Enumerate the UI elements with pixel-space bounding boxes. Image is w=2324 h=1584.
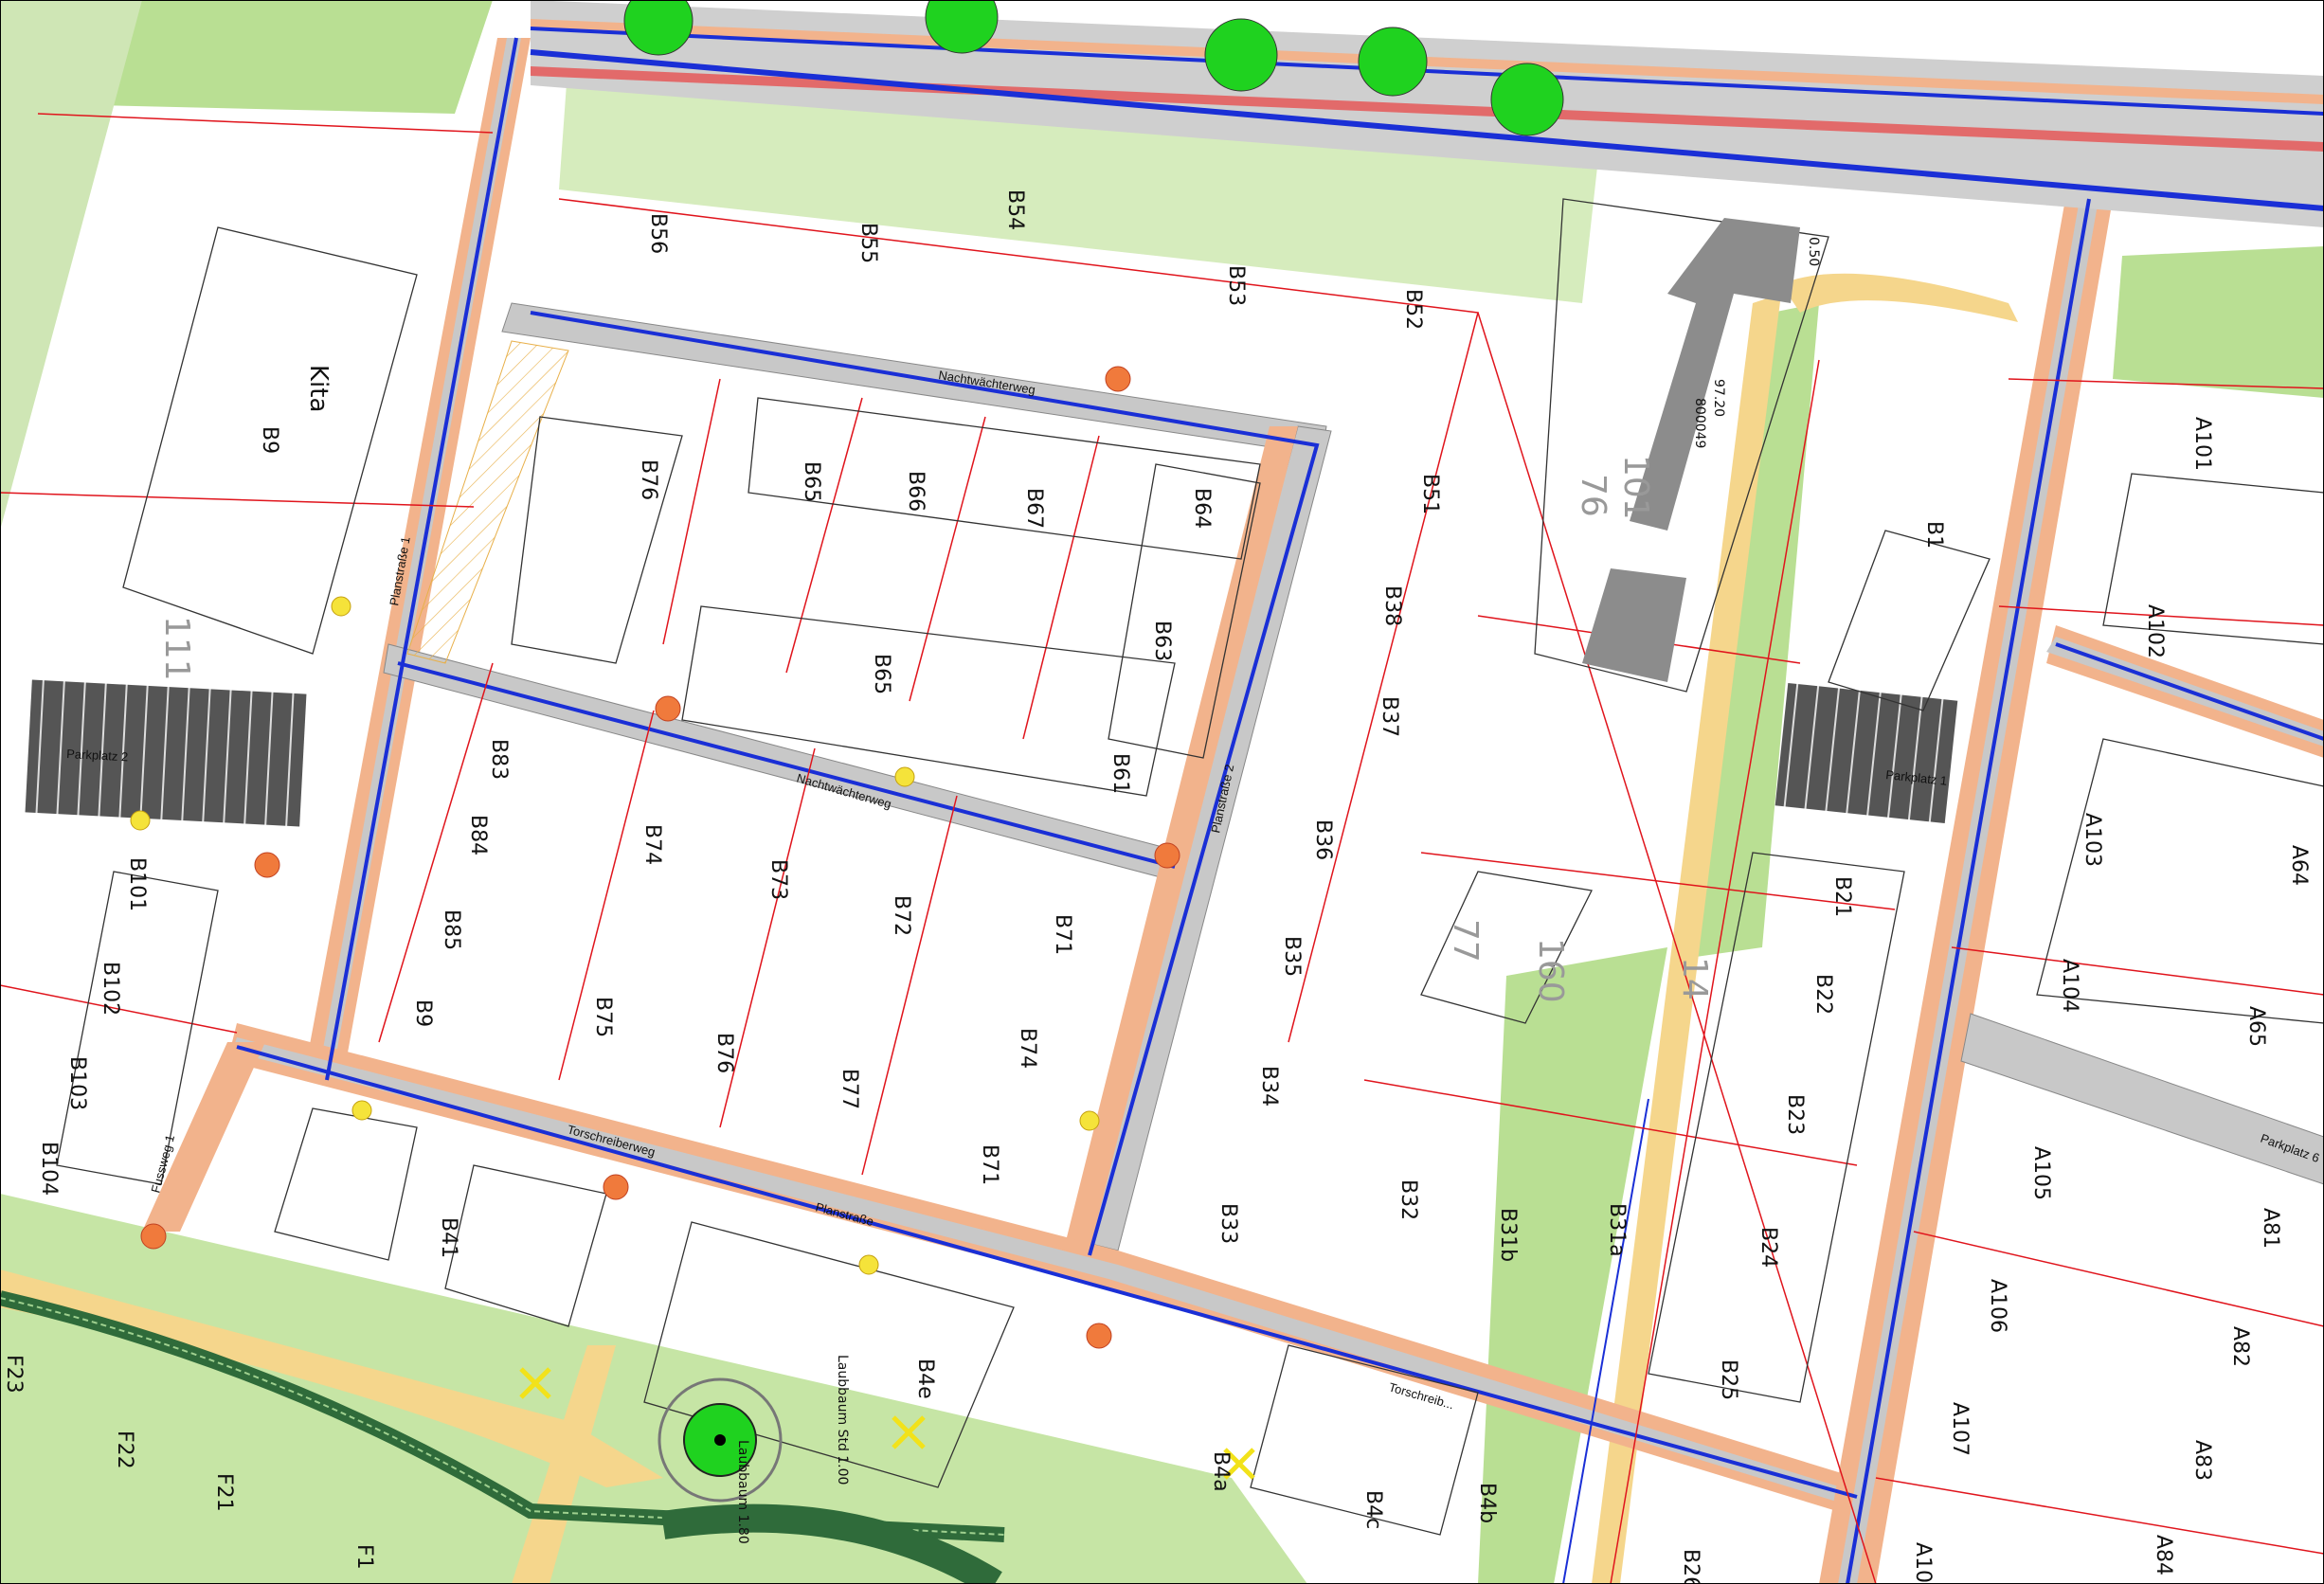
parcel-A102: A102 bbox=[2143, 604, 2167, 658]
tree-note-2: Laubbaum 1.80 bbox=[735, 1440, 750, 1544]
plot-number-111: 111 bbox=[157, 616, 196, 681]
parcel-A84: A84 bbox=[2152, 1535, 2175, 1575]
parcel-B102: B102 bbox=[99, 962, 122, 1016]
parcel-A108: A108 bbox=[1911, 1542, 1935, 1584]
parcel-B22: B22 bbox=[1811, 974, 1835, 1015]
parcel-B85: B9 bbox=[411, 999, 435, 1027]
parcel-B1: B1 bbox=[1922, 521, 1946, 549]
parcel-B82: B83 bbox=[487, 739, 511, 780]
parcel-B51: B51 bbox=[1418, 474, 1442, 514]
parcel-B4c: B4c bbox=[1361, 1490, 1385, 1529]
tree-note-1: Laubbaum Std 1.00 bbox=[835, 1355, 850, 1485]
parcel-B65: B65 bbox=[800, 461, 823, 502]
parcel-B63: B64 bbox=[1190, 488, 1214, 529]
parcel-F23: F23 bbox=[2, 1355, 26, 1394]
parcel-A64: A64 bbox=[2287, 845, 2311, 886]
parcel-B72: B74 bbox=[1016, 1028, 1039, 1069]
kita-label: Kita bbox=[304, 365, 333, 412]
parcel-B71: B71 bbox=[978, 1144, 1001, 1185]
parcel-B41: B41 bbox=[437, 1217, 460, 1258]
parcel-F21: F21 bbox=[212, 1473, 236, 1512]
parcel-B77: B75 bbox=[591, 997, 615, 1037]
parcel-A101: A101 bbox=[2190, 417, 2214, 471]
parcel-B75: B73 bbox=[766, 859, 790, 900]
plot-number-76: 76 bbox=[1574, 474, 1612, 517]
parcel-B83: B84 bbox=[466, 815, 490, 855]
parcel-B61: B61 bbox=[1108, 753, 1132, 794]
parcel-B73: B71 bbox=[1051, 914, 1074, 955]
parcel-A83: A83 bbox=[2190, 1440, 2214, 1481]
plot-number-77: 77 bbox=[1446, 919, 1485, 963]
parcel-B32: B32 bbox=[1396, 1179, 1420, 1220]
parcel-B66: B66 bbox=[904, 471, 928, 512]
site-plan-map: B56 B55 B54 B53 B52 B51 B65 B66 B67 B64 … bbox=[0, 0, 2324, 1584]
parcel-B4a: B4a bbox=[1209, 1451, 1233, 1492]
parcel-B52: B52 bbox=[1401, 289, 1425, 330]
parcel-A81: A81 bbox=[2259, 1208, 2282, 1249]
parcel-B81: B76 bbox=[637, 459, 660, 500]
parcel-A106: A106 bbox=[1986, 1279, 2009, 1333]
plot-number-101: 101 bbox=[1616, 455, 1655, 520]
parcel-B36: B36 bbox=[1311, 819, 1335, 860]
parcel-A105: A105 bbox=[2029, 1146, 2053, 1200]
parcel-B76: B74 bbox=[640, 824, 664, 865]
parcel-B9: B9 bbox=[258, 426, 281, 454]
parcel-B23: B23 bbox=[1783, 1094, 1807, 1135]
parcel-B31a: B31a bbox=[1605, 1203, 1629, 1257]
parcel-B78: B76 bbox=[712, 1033, 736, 1073]
parcel-B53: B53 bbox=[1224, 265, 1248, 306]
parcel-B56: B56 bbox=[646, 213, 670, 254]
parcel-A107: A107 bbox=[1948, 1402, 1972, 1456]
parcel-B74: B72 bbox=[890, 895, 913, 936]
parcel-B33: B33 bbox=[1216, 1203, 1240, 1244]
parcel-A103: A103 bbox=[2081, 813, 2104, 867]
plot-number-14: 14 bbox=[1675, 957, 1714, 1000]
parcel-B26: B26 bbox=[1679, 1549, 1702, 1584]
parcel-B31b: B31b bbox=[1496, 1208, 1520, 1262]
parcel-A82: A82 bbox=[2228, 1326, 2252, 1367]
parcel-B24: B24 bbox=[1757, 1227, 1780, 1268]
parcel-B54: B54 bbox=[1003, 189, 1027, 230]
parcel-F22: F22 bbox=[113, 1431, 136, 1469]
value-9720: 97.20 bbox=[1711, 379, 1726, 417]
parcel-B64: B65 bbox=[870, 654, 893, 694]
parcel-B84: B85 bbox=[440, 909, 463, 950]
parcel-B25: B25 bbox=[1717, 1359, 1740, 1400]
parcel-B103: B103 bbox=[65, 1056, 89, 1110]
plot-number-160: 160 bbox=[1531, 938, 1570, 1003]
parcel-B21: B21 bbox=[1830, 876, 1854, 917]
parcel-B38: B38 bbox=[1380, 585, 1404, 626]
value-050: 0.50 bbox=[1806, 237, 1821, 266]
parcel-B4e: B4e bbox=[913, 1359, 937, 1399]
parcel-B37: B37 bbox=[1378, 696, 1401, 737]
parcel-B35: B35 bbox=[1280, 936, 1304, 977]
code-800049: 800049 bbox=[1692, 398, 1707, 448]
parcel-B62: B63 bbox=[1150, 621, 1174, 661]
parcel-B67: B67 bbox=[1022, 488, 1046, 529]
parcel-B34: B34 bbox=[1257, 1066, 1281, 1107]
parcel-A65: A65 bbox=[2244, 1006, 2268, 1047]
parcel-B55: B55 bbox=[856, 223, 880, 263]
parcel-B4b: B4b bbox=[1475, 1483, 1499, 1523]
parcel-B79: B77 bbox=[838, 1069, 861, 1109]
parcel-A104: A104 bbox=[2058, 959, 2081, 1013]
parcel-B101: B101 bbox=[125, 857, 149, 911]
parcel-B104: B104 bbox=[37, 1142, 61, 1196]
parcel-F1: F1 bbox=[352, 1544, 376, 1570]
